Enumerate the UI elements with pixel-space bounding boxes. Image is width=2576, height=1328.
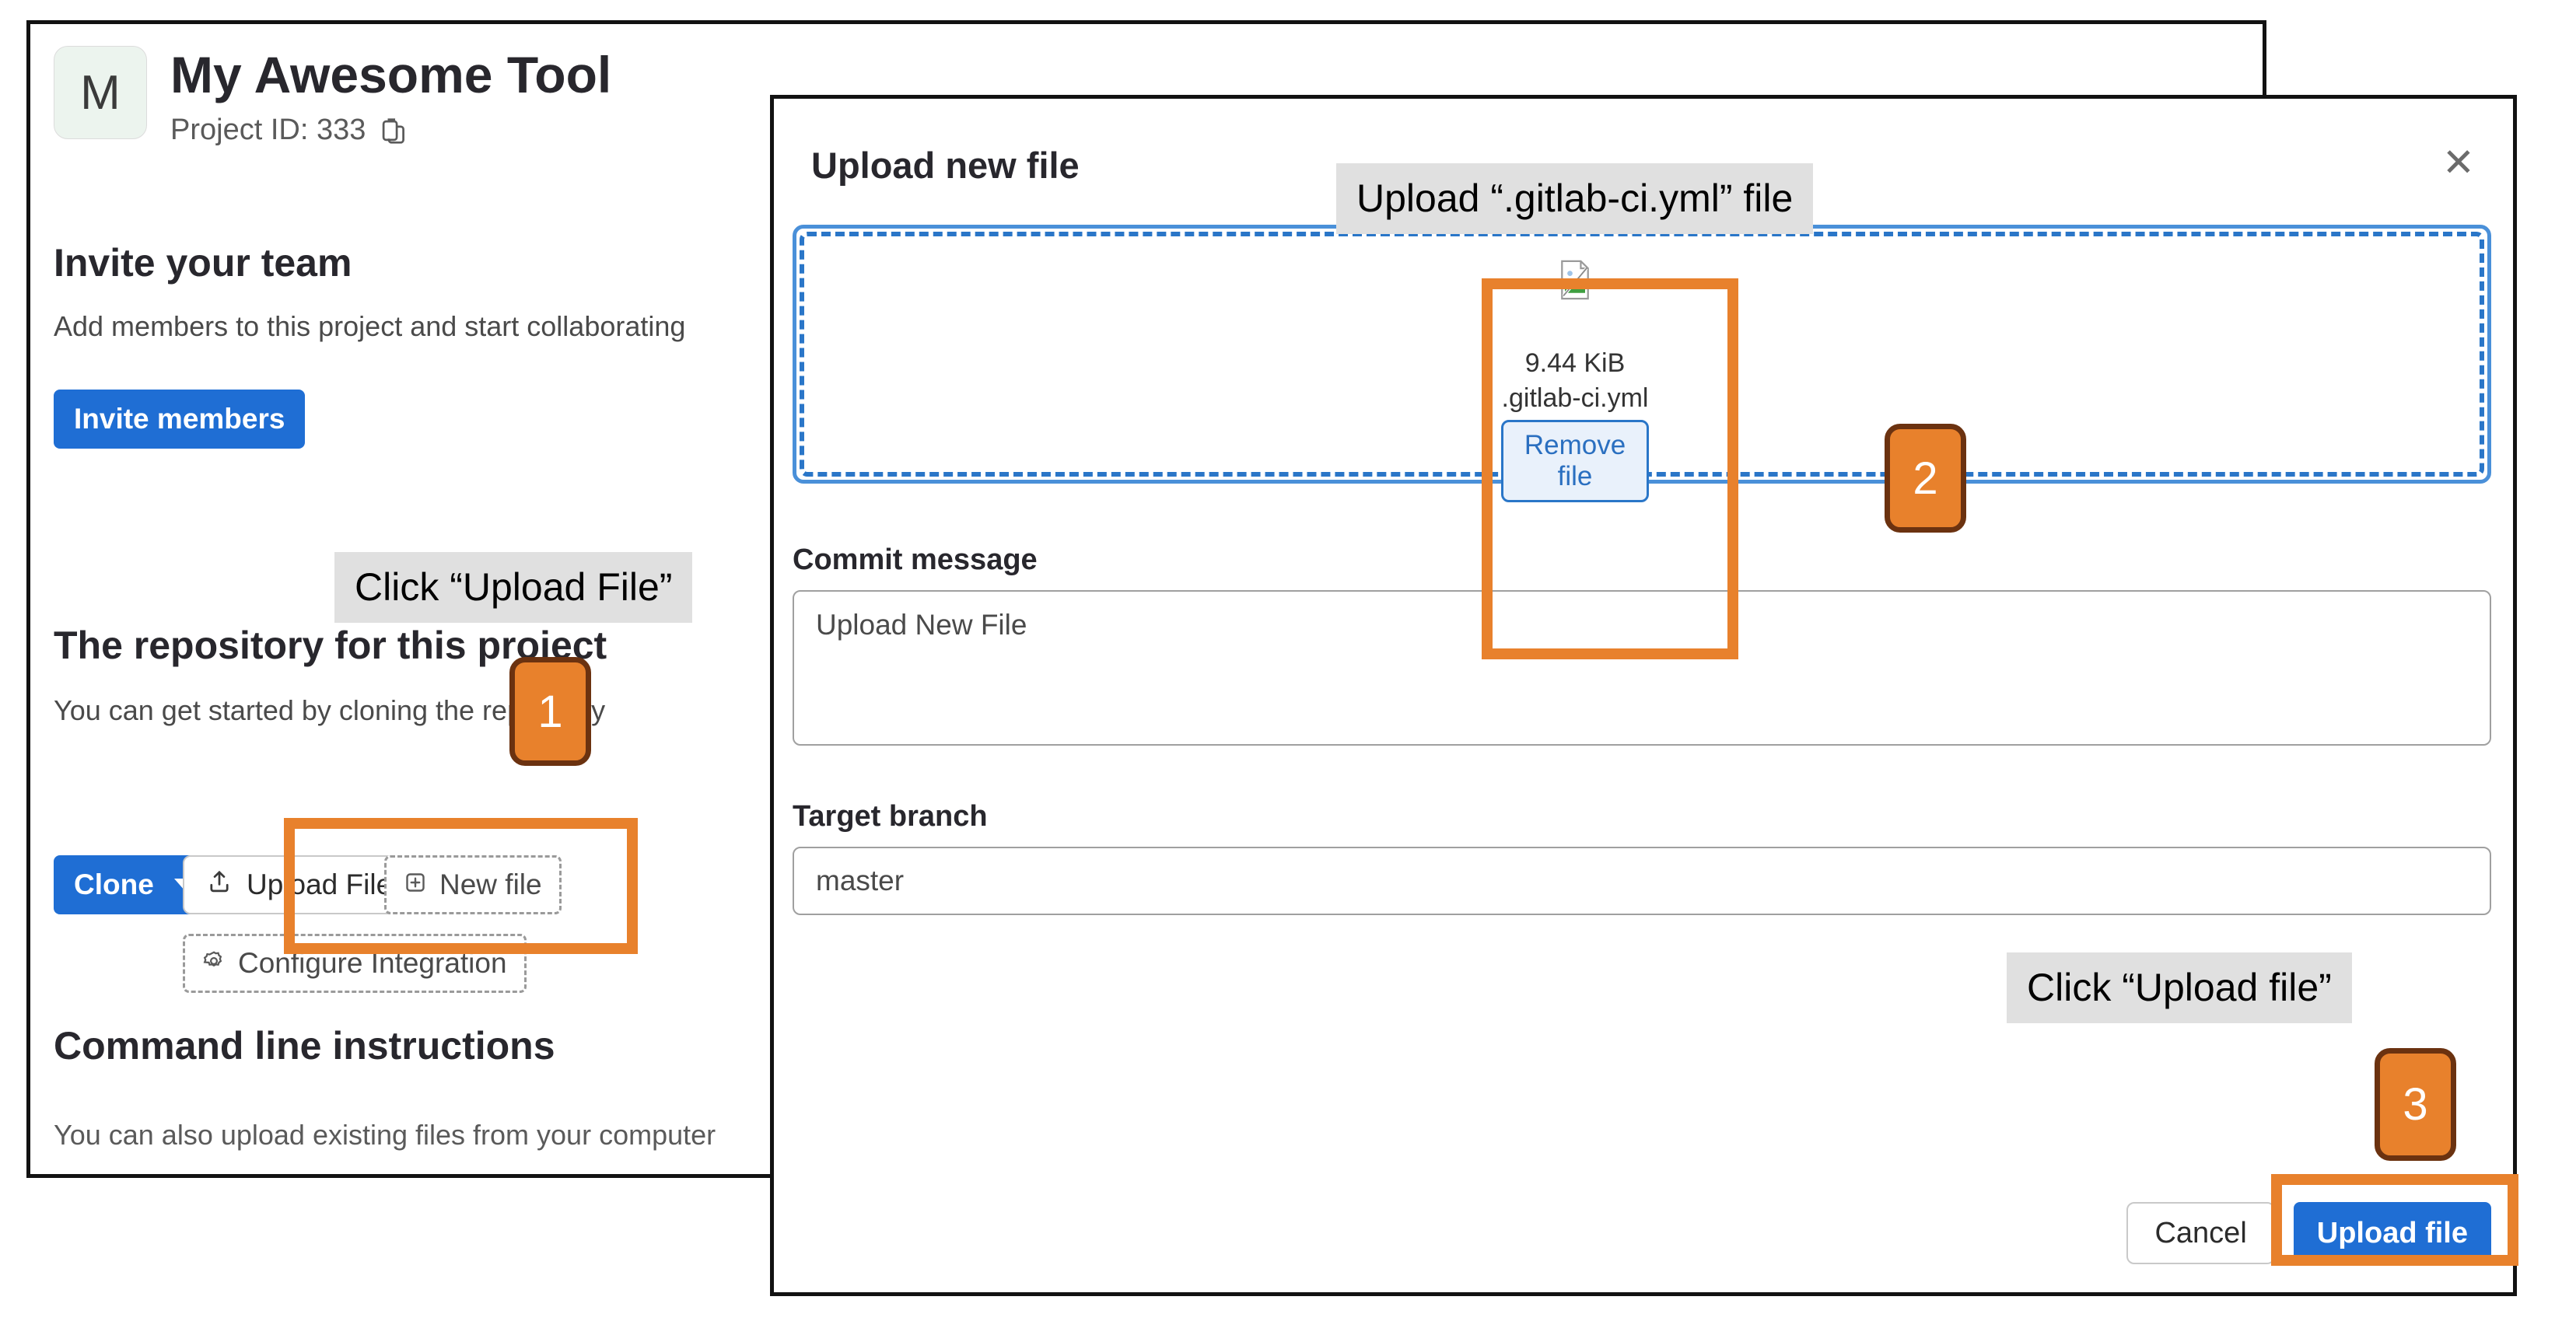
commit-message-label: Commit message (793, 543, 1038, 576)
upload-arrow-icon (206, 868, 233, 902)
target-branch-input[interactable] (793, 847, 2491, 915)
cli-heading: Command line instructions (54, 1024, 555, 1068)
invite-heading: Invite your team (54, 241, 352, 285)
highlight-box-upload-submit (2271, 1174, 2518, 1266)
close-x-icon[interactable]: ✕ (2437, 142, 2480, 186)
target-branch-label: Target branch (793, 800, 988, 833)
page-title: My Awesome Tool (170, 46, 612, 103)
project-id-row: Project ID: 333 (170, 114, 611, 147)
project-header: M My Awesome Tool Project ID: 333 (54, 46, 611, 147)
screenshot-root: M My Awesome Tool Project ID: 333 Invite… (0, 0, 2576, 1328)
modal-title: Upload new file (811, 145, 1080, 186)
callout-step-2: Upload “.gitlab-ci.yml” file (1336, 163, 1814, 234)
step-badge-3: 3 (2375, 1048, 2456, 1161)
highlight-box-upload-file (284, 818, 638, 954)
highlight-box-file-preview (1482, 278, 1738, 659)
project-id-label: Project ID: 333 (170, 114, 366, 147)
step-badge-2: 2 (1885, 424, 1966, 533)
cancel-button[interactable]: Cancel (2126, 1202, 2275, 1264)
callout-step-1: Click “Upload File” (334, 552, 693, 623)
invite-members-button[interactable]: Invite members (54, 390, 306, 449)
step-badge-1: 1 (509, 657, 591, 766)
gear-icon (202, 947, 226, 980)
callout-step-3: Click “Upload file” (2007, 952, 2352, 1023)
clone-button-label: Clone (74, 868, 154, 900)
copy-to-clipboard-icon[interactable] (380, 116, 406, 145)
upload-new-file-modal: Upload new file ✕ 9.44 KiB .gitlab-ci.ym… (770, 95, 2517, 1296)
cli-subtext: You can also upload existing files from … (54, 1119, 716, 1151)
invite-subtext: Add members to this project and start co… (54, 310, 686, 342)
avatar: M (54, 46, 147, 139)
